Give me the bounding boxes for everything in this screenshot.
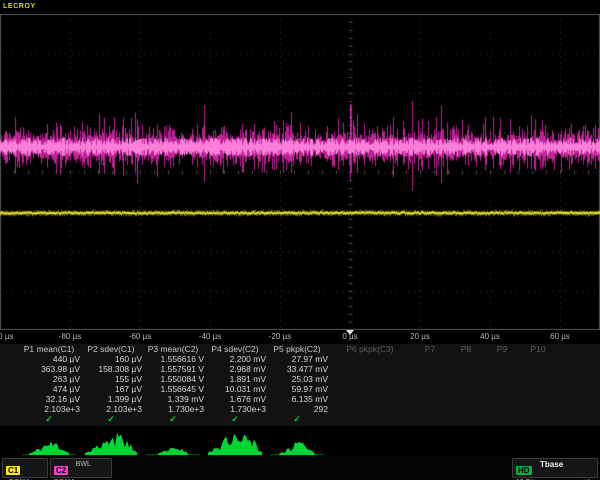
- measurement-value: 155 µV: [80, 374, 142, 384]
- measurement-header-p8[interactable]: P8: [448, 344, 484, 354]
- measurement-header-p2[interactable]: P2 sdev(C1): [80, 344, 142, 354]
- measurement-value: 167 µV: [80, 384, 142, 394]
- histicon[interactable]: [270, 442, 324, 455]
- measurement-value: 1.556616 V: [142, 354, 204, 364]
- measurement-row: 2.103e+32.103e+31.730e+31.730e+3292: [0, 404, 600, 414]
- histicon-distribution: [29, 442, 69, 455]
- measurement-header-p9[interactable]: P9: [484, 344, 520, 354]
- measurement-value: 10.031 mV: [204, 384, 266, 394]
- channel-descriptor-c1[interactable]: C1 DC1M 10.0 mV: [2, 458, 48, 478]
- measurement-value: 440 µV: [18, 354, 80, 364]
- measurement-value: 1.730e+3: [204, 404, 266, 414]
- measurement-header-p3[interactable]: P3 mean(C2): [142, 344, 204, 354]
- measurement-value: 27.97 mV: [266, 354, 328, 364]
- measurement-value: 33.477 mV: [266, 364, 328, 374]
- measurement-value: 2.200 mV: [204, 354, 266, 364]
- measurement-row: 32.16 µV1.399 µV1.339 mV1.676 mV6.135 mV: [0, 394, 600, 404]
- measurement-value: 1.730e+3: [142, 404, 204, 414]
- timebase-descriptor[interactable]: HD Tbase 13 Bits 20.0 µs/div: [512, 458, 598, 478]
- measurement-value: 1.676 mV: [204, 394, 266, 404]
- c2-row1: C2 BWL DC1M: [54, 460, 108, 480]
- time-axis-label: 60 µs: [550, 332, 570, 341]
- histicon-strip: [0, 426, 600, 456]
- histicon-distribution: [208, 434, 262, 455]
- brand-logo: LECROY: [3, 3, 36, 10]
- histicon-distribution: [85, 433, 137, 455]
- measurement-header-p10[interactable]: P10: [520, 344, 556, 354]
- measurement-row: 363.98 µV158.308 µV1.557591 V2.968 mV33.…: [0, 364, 600, 374]
- measurement-header-p4[interactable]: P4 sdev(C2): [204, 344, 266, 354]
- channel-c2-badge: C2: [54, 466, 68, 475]
- histicon[interactable]: [84, 433, 138, 455]
- time-axis-label: -100 µs: [0, 332, 13, 341]
- measurement-value: 263 µV: [18, 374, 80, 384]
- status-check-icon: ✓: [18, 414, 80, 424]
- time-axis-label: -60 µs: [129, 332, 151, 341]
- measurement-value: 1.557591 V: [142, 364, 204, 374]
- status-check-icon: ✓: [80, 414, 142, 424]
- time-axis: -100 µs -80 µs -60 µs -40 µs -20 µs 0 µs 20 µs…: [0, 332, 600, 343]
- tbase-title: Tbase: [540, 460, 563, 469]
- measurement-value: 158.308 µV: [80, 364, 142, 374]
- status-check-icon: ✓: [266, 414, 328, 424]
- tbase-row1: HD Tbase: [516, 460, 594, 478]
- status-check-icon: ✓: [204, 414, 266, 424]
- measurement-value: 1.550084 V: [142, 374, 204, 384]
- measurement-table: P1 mean(C1)P2 sdev(C1)P3 mean(C2)P4 sdev…: [0, 344, 600, 426]
- histicon-distribution: [158, 448, 188, 455]
- measurement-value: 59.97 mV: [266, 384, 328, 394]
- waveform-canvas: [0, 14, 600, 330]
- histicon[interactable]: [208, 434, 262, 456]
- channel-descriptor-c2[interactable]: C2 BWL DC1M 10.0 mV: [50, 458, 112, 478]
- measurement-header-row: P1 mean(C1)P2 sdev(C1)P3 mean(C2)P4 sdev…: [0, 344, 600, 354]
- time-axis-label: 0 µs: [342, 332, 357, 341]
- c1-row1: C1 DC1M: [6, 460, 44, 480]
- waveform-grid[interactable]: [0, 14, 600, 330]
- histicon[interactable]: [146, 448, 200, 456]
- measurement-row: 440 µV160 µV1.556616 V2.200 mV27.97 mV: [0, 354, 600, 364]
- measurement-value: 1.399 µV: [80, 394, 142, 404]
- measurement-value: 1.339 mV: [142, 394, 204, 404]
- measurement-header-p6[interactable]: P6 pkpk(C3): [328, 344, 412, 354]
- histicon[interactable]: [22, 442, 76, 456]
- measurement-value: 2.103e+3: [80, 404, 142, 414]
- measurement-row: 474 µV167 µV1.556645 V10.031 mV59.97 mV: [0, 384, 600, 394]
- histicon-distribution: [279, 442, 315, 455]
- measurement-header-p5[interactable]: P5 pkpk(C2): [266, 344, 328, 354]
- measurement-value: 160 µV: [80, 354, 142, 364]
- time-axis-label: 40 µs: [480, 332, 500, 341]
- measurement-value: 2.103e+3: [18, 404, 80, 414]
- measurement-value: 363.98 µV: [18, 364, 80, 374]
- status-check-icon: ✓: [142, 414, 204, 424]
- measurement-value: 6.135 mV: [266, 394, 328, 404]
- time-axis-label: -40 µs: [199, 332, 221, 341]
- hd-mode-badge: HD: [516, 466, 532, 475]
- time-axis-label: 20 µs: [410, 332, 430, 341]
- measurement-value: 2.968 mV: [204, 364, 266, 374]
- measurement-status-row: ✓✓✓✓✓: [0, 414, 600, 424]
- time-axis-label: -80 µs: [59, 332, 81, 341]
- time-axis-label: -20 µs: [269, 332, 291, 341]
- measurement-value: 1.556645 V: [142, 384, 204, 394]
- measurement-header-p1[interactable]: P1 mean(C1): [18, 344, 80, 354]
- measurement-header-p7[interactable]: P7: [412, 344, 448, 354]
- measurement-value: 25.03 mV: [266, 374, 328, 384]
- measurement-row: 263 µV155 µV1.550084 V1.891 mV25.03 mV: [0, 374, 600, 384]
- measurement-value: 292: [266, 404, 328, 414]
- channel-c1-badge: C1: [6, 466, 20, 475]
- bottom-bar: C1 DC1M 10.0 mV C2 BWL DC1M 10.0 mV + HD…: [0, 457, 600, 480]
- measurement-value: 1.891 mV: [204, 374, 266, 384]
- measurement-value: 32.16 µV: [18, 394, 80, 404]
- measurement-value: 474 µV: [18, 384, 80, 394]
- oscilloscope-screen: LECROY -100 µs -80 µs -60 µs -40 µs -20 µs 0 …: [0, 0, 600, 480]
